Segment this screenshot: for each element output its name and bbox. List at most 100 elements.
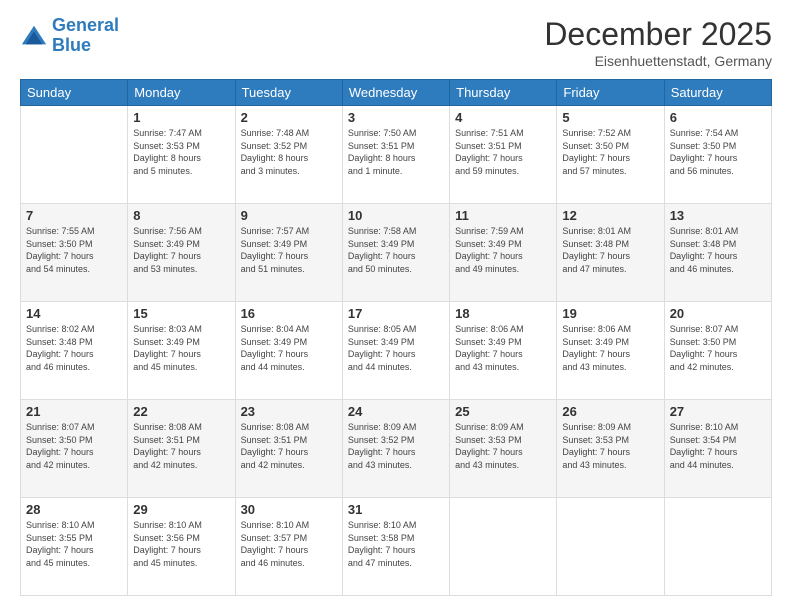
day-number: 28 xyxy=(26,502,122,517)
calendar-cell: 29 Sunrise: 8:10 AM Sunset: 3:56 PM Dayli… xyxy=(128,498,235,596)
day-number: 9 xyxy=(241,208,337,223)
header: General Blue December 2025 Eisenhuettens… xyxy=(20,16,772,69)
day-info: Sunrise: 8:07 AM Sunset: 3:50 PM Dayligh… xyxy=(26,421,122,471)
day-number: 1 xyxy=(133,110,229,125)
day-info: Sunrise: 7:59 AM Sunset: 3:49 PM Dayligh… xyxy=(455,225,551,275)
day-info: Sunrise: 8:10 AM Sunset: 3:57 PM Dayligh… xyxy=(241,519,337,569)
calendar-cell: 25 Sunrise: 8:09 AM Sunset: 3:53 PM Dayli… xyxy=(450,400,557,498)
calendar-cell xyxy=(557,498,664,596)
day-info: Sunrise: 7:56 AM Sunset: 3:49 PM Dayligh… xyxy=(133,225,229,275)
title-block: December 2025 Eisenhuettenstadt, Germany xyxy=(544,16,772,69)
calendar-week-row: 7Sunrise: 7:55 AM Sunset: 3:50 PM Daylig… xyxy=(21,204,772,302)
logo-blue: Blue xyxy=(52,35,91,55)
day-number: 19 xyxy=(562,306,658,321)
day-number: 4 xyxy=(455,110,551,125)
day-number: 29 xyxy=(133,502,229,517)
calendar-cell xyxy=(21,106,128,204)
calendar-cell: 13 Sunrise: 8:01 AM Sunset: 3:48 PM Dayli… xyxy=(664,204,771,302)
location: Eisenhuettenstadt, Germany xyxy=(544,53,772,69)
calendar-table: SundayMondayTuesdayWednesdayThursdayFrid… xyxy=(20,79,772,596)
day-number: 12 xyxy=(562,208,658,223)
day-info: Sunrise: 8:10 AM Sunset: 3:58 PM Dayligh… xyxy=(348,519,444,569)
calendar-cell: 26Sunrise: 8:09 AM Sunset: 3:53 PM Dayli… xyxy=(557,400,664,498)
day-info: Sunrise: 8:09 AM Sunset: 3:52 PM Dayligh… xyxy=(348,421,444,471)
calendar-cell: 24 Sunrise: 8:09 AM Sunset: 3:52 PM Dayli… xyxy=(342,400,449,498)
day-info: Sunrise: 8:09 AM Sunset: 3:53 PM Dayligh… xyxy=(455,421,551,471)
calendar-cell: 21 Sunrise: 8:07 AM Sunset: 3:50 PM Dayli… xyxy=(21,400,128,498)
calendar-cell: 9 Sunrise: 7:57 AM Sunset: 3:49 PM Daylig… xyxy=(235,204,342,302)
day-number: 21 xyxy=(26,404,122,419)
day-info: Sunrise: 7:51 AM Sunset: 3:51 PM Dayligh… xyxy=(455,127,551,177)
calendar-cell: 16 Sunrise: 8:04 AM Sunset: 3:49 PM Dayli… xyxy=(235,302,342,400)
calendar-cell: 4 Sunrise: 7:51 AM Sunset: 3:51 PM Daylig… xyxy=(450,106,557,204)
month-title: December 2025 xyxy=(544,16,772,53)
logo-text: General Blue xyxy=(52,16,119,56)
calendar-cell: 18 Sunrise: 8:06 AM Sunset: 3:49 PM Dayli… xyxy=(450,302,557,400)
day-info: Sunrise: 8:06 AM Sunset: 3:49 PM Dayligh… xyxy=(455,323,551,373)
day-info: Sunrise: 8:10 AM Sunset: 3:54 PM Dayligh… xyxy=(670,421,766,471)
day-info: Sunrise: 7:48 AM Sunset: 3:52 PM Dayligh… xyxy=(241,127,337,177)
calendar-cell: 20Sunrise: 8:07 AM Sunset: 3:50 PM Dayli… xyxy=(664,302,771,400)
day-number: 10 xyxy=(348,208,444,223)
day-number: 24 xyxy=(348,404,444,419)
day-number: 11 xyxy=(455,208,551,223)
calendar-cell: 12 Sunrise: 8:01 AM Sunset: 3:48 PM Dayli… xyxy=(557,204,664,302)
weekday-header: Friday xyxy=(557,80,664,106)
logo: General Blue xyxy=(20,16,119,56)
calendar-cell: 27Sunrise: 8:10 AM Sunset: 3:54 PM Dayli… xyxy=(664,400,771,498)
logo-icon xyxy=(20,22,48,50)
day-number: 18 xyxy=(455,306,551,321)
calendar-cell: 22Sunrise: 8:08 AM Sunset: 3:51 PM Dayli… xyxy=(128,400,235,498)
calendar-cell: 15Sunrise: 8:03 AM Sunset: 3:49 PM Dayli… xyxy=(128,302,235,400)
day-number: 30 xyxy=(241,502,337,517)
day-info: Sunrise: 8:01 AM Sunset: 3:48 PM Dayligh… xyxy=(670,225,766,275)
calendar-week-row: 21 Sunrise: 8:07 AM Sunset: 3:50 PM Dayli… xyxy=(21,400,772,498)
header-row: SundayMondayTuesdayWednesdayThursdayFrid… xyxy=(21,80,772,106)
weekday-header: Monday xyxy=(128,80,235,106)
calendar-week-row: 1Sunrise: 7:47 AM Sunset: 3:53 PM Daylig… xyxy=(21,106,772,204)
day-info: Sunrise: 8:04 AM Sunset: 3:49 PM Dayligh… xyxy=(241,323,337,373)
day-info: Sunrise: 8:01 AM Sunset: 3:48 PM Dayligh… xyxy=(562,225,658,275)
calendar-cell: 19 Sunrise: 8:06 AM Sunset: 3:49 PM Dayli… xyxy=(557,302,664,400)
day-number: 31 xyxy=(348,502,444,517)
day-info: Sunrise: 7:54 AM Sunset: 3:50 PM Dayligh… xyxy=(670,127,766,177)
calendar-cell: 14 Sunrise: 8:02 AM Sunset: 3:48 PM Dayli… xyxy=(21,302,128,400)
day-info: Sunrise: 8:08 AM Sunset: 3:51 PM Dayligh… xyxy=(133,421,229,471)
day-number: 3 xyxy=(348,110,444,125)
day-info: Sunrise: 7:50 AM Sunset: 3:51 PM Dayligh… xyxy=(348,127,444,177)
calendar-cell: 17 Sunrise: 8:05 AM Sunset: 3:49 PM Dayli… xyxy=(342,302,449,400)
day-info: Sunrise: 8:05 AM Sunset: 3:49 PM Dayligh… xyxy=(348,323,444,373)
day-info: Sunrise: 7:55 AM Sunset: 3:50 PM Dayligh… xyxy=(26,225,122,275)
day-info: Sunrise: 8:06 AM Sunset: 3:49 PM Dayligh… xyxy=(562,323,658,373)
day-info: Sunrise: 8:07 AM Sunset: 3:50 PM Dayligh… xyxy=(670,323,766,373)
day-number: 25 xyxy=(455,404,551,419)
calendar-cell: 10Sunrise: 7:58 AM Sunset: 3:49 PM Dayli… xyxy=(342,204,449,302)
weekday-header: Thursday xyxy=(450,80,557,106)
day-info: Sunrise: 8:02 AM Sunset: 3:48 PM Dayligh… xyxy=(26,323,122,373)
calendar-cell xyxy=(664,498,771,596)
calendar-cell: 3 Sunrise: 7:50 AM Sunset: 3:51 PM Daylig… xyxy=(342,106,449,204)
day-number: 13 xyxy=(670,208,766,223)
calendar-cell: 8 Sunrise: 7:56 AM Sunset: 3:49 PM Daylig… xyxy=(128,204,235,302)
day-number: 2 xyxy=(241,110,337,125)
day-info: Sunrise: 8:08 AM Sunset: 3:51 PM Dayligh… xyxy=(241,421,337,471)
day-info: Sunrise: 8:10 AM Sunset: 3:56 PM Dayligh… xyxy=(133,519,229,569)
calendar-cell: 7Sunrise: 7:55 AM Sunset: 3:50 PM Daylig… xyxy=(21,204,128,302)
calendar-cell: 1Sunrise: 7:47 AM Sunset: 3:53 PM Daylig… xyxy=(128,106,235,204)
day-info: Sunrise: 8:10 AM Sunset: 3:55 PM Dayligh… xyxy=(26,519,122,569)
calendar-cell: 5Sunrise: 7:52 AM Sunset: 3:50 PM Daylig… xyxy=(557,106,664,204)
day-info: Sunrise: 8:09 AM Sunset: 3:53 PM Dayligh… xyxy=(562,421,658,471)
day-number: 14 xyxy=(26,306,122,321)
page: General Blue December 2025 Eisenhuettens… xyxy=(0,0,792,612)
day-number: 8 xyxy=(133,208,229,223)
calendar-cell: 6Sunrise: 7:54 AM Sunset: 3:50 PM Daylig… xyxy=(664,106,771,204)
day-number: 17 xyxy=(348,306,444,321)
calendar-cell: 2 Sunrise: 7:48 AM Sunset: 3:52 PM Daylig… xyxy=(235,106,342,204)
calendar-cell: 28 Sunrise: 8:10 AM Sunset: 3:55 PM Dayli… xyxy=(21,498,128,596)
day-number: 16 xyxy=(241,306,337,321)
day-number: 15 xyxy=(133,306,229,321)
day-info: Sunrise: 7:57 AM Sunset: 3:49 PM Dayligh… xyxy=(241,225,337,275)
day-number: 23 xyxy=(241,404,337,419)
calendar-week-row: 14 Sunrise: 8:02 AM Sunset: 3:48 PM Dayli… xyxy=(21,302,772,400)
weekday-header: Saturday xyxy=(664,80,771,106)
